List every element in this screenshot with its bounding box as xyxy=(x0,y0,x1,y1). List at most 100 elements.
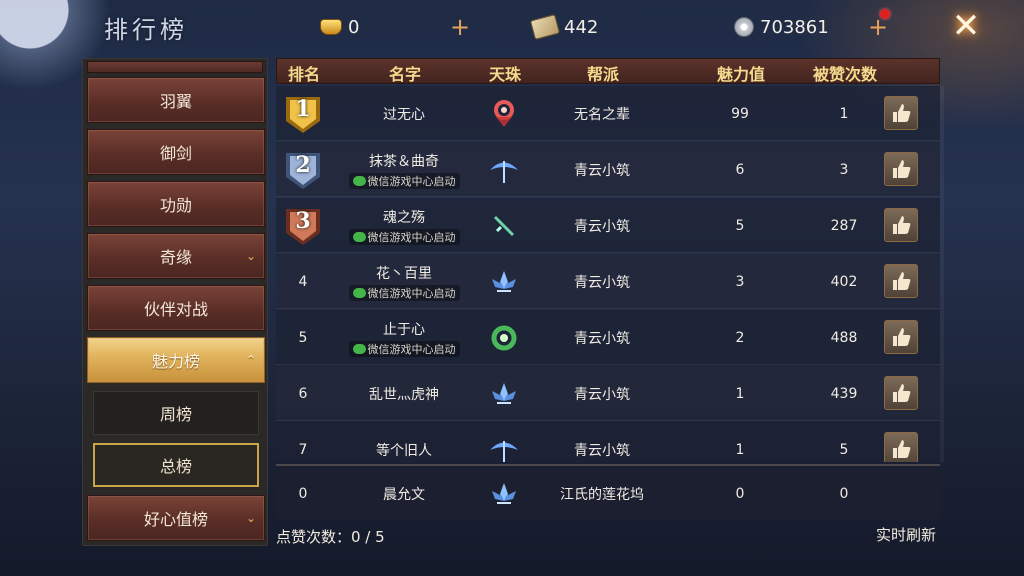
bronze-medal-icon: 3 xyxy=(276,198,330,253)
wechat-tag-label: 微信游戏中心启动 xyxy=(367,230,456,244)
like-button[interactable] xyxy=(884,96,918,130)
charm-value: 1 xyxy=(735,441,745,458)
category-sidebar: 羽翼 御剑 功勋 奇缘 ⌄ 伙伴对战 魅力榜 ⌃ 周榜 总榜 好心值榜 ⌄ xyxy=(82,58,268,546)
like-button[interactable] xyxy=(884,376,918,410)
like-button[interactable] xyxy=(884,432,918,462)
wechat-launch-tag: 微信游戏中心启动 xyxy=(348,172,460,189)
sidebar-item-partner-battle[interactable]: 伙伴对战 xyxy=(87,285,265,331)
likes-count: 5 xyxy=(839,441,849,458)
player-name-cell[interactable]: 花丶百里微信游戏中心启动 xyxy=(344,254,464,309)
subtab-weekly[interactable]: 周榜 xyxy=(93,391,259,435)
player-name-cell[interactable]: 过无心 xyxy=(344,86,464,141)
page-title: 排行榜 xyxy=(104,16,188,44)
self-rank: 0 xyxy=(298,485,308,502)
player-name-cell[interactable]: 止于心 微信游戏中心启动 xyxy=(344,310,464,365)
sidebar-item-flying-sword[interactable]: 御剑 xyxy=(87,129,265,175)
charm-value: 2 xyxy=(735,329,745,346)
table-scrollbar[interactable] xyxy=(940,86,944,462)
close-button[interactable]: ✕ xyxy=(948,8,984,44)
table-row[interactable]: 3 魂之殇 微信游戏中心启动 青云小筑 5 287 xyxy=(276,198,940,253)
rank-number: 6 xyxy=(298,385,308,402)
thumbs-up-icon xyxy=(889,213,913,237)
notification-dot xyxy=(880,9,890,19)
guild-name: 青云小筑 xyxy=(574,162,630,179)
subtab-label: 周榜 xyxy=(159,405,192,424)
player-name: 乱世灬虎神 xyxy=(369,386,439,403)
header-name: 名字 xyxy=(388,65,421,84)
rank-number: 3 xyxy=(295,208,311,234)
charm-value: 1 xyxy=(735,385,745,402)
sidebar-item-label: 功勋 xyxy=(159,196,192,215)
thumbs-up-icon xyxy=(889,325,913,349)
wechat-tag-label: 微信游戏中心启动 xyxy=(367,342,456,356)
self-likes: 0 xyxy=(839,485,849,502)
like-count-text: 点赞次数：0 / 5 xyxy=(276,528,385,546)
sidebar-item-wings[interactable]: 羽翼 xyxy=(87,77,265,123)
self-name: 晨允文 xyxy=(383,486,425,503)
gold-currency: 0 xyxy=(320,14,359,40)
blue-lotus-pearl-icon xyxy=(484,466,524,521)
sidebar-item-merit[interactable]: 功勋 xyxy=(87,181,265,227)
header-guild: 帮派 xyxy=(586,65,619,84)
like-button[interactable] xyxy=(884,208,918,242)
sidebar-item-label: 伙伴对战 xyxy=(143,300,208,319)
charm-value: 3 xyxy=(735,273,745,290)
sidebar-item-adventure[interactable]: 奇缘 ⌄ xyxy=(87,233,265,279)
wechat-launch-tag: 微信游戏中心启动 xyxy=(348,284,460,301)
realtime-refresh-button[interactable]: 实时刷新 xyxy=(876,524,936,545)
rank-number: 1 xyxy=(295,96,311,122)
wechat-launch-tag: 微信游戏中心启动 xyxy=(348,340,460,357)
player-name-cell[interactable]: 等个旧人 xyxy=(344,422,464,462)
player-name: 魂之殇 xyxy=(383,209,425,226)
table-row[interactable]: 2 抹茶＆曲奇 微信游戏中心启动 青云小筑 6 3 xyxy=(276,142,940,197)
sidebar-item-kindness-ranking[interactable]: 好心值榜 ⌄ xyxy=(87,495,265,541)
table-row[interactable]: 6 乱世灬虎神 青云小筑 1 439 xyxy=(276,366,940,421)
add-gold-button[interactable]: + xyxy=(448,14,472,40)
thumbs-up-icon xyxy=(889,269,913,293)
like-button[interactable] xyxy=(884,264,918,298)
sidebar-item-label: 奇缘 xyxy=(159,248,192,267)
likes-count: 1 xyxy=(839,105,849,122)
sidebar-item-charm-ranking[interactable]: 魅力榜 ⌃ xyxy=(87,337,265,383)
player-name-cell[interactable]: 乱世灬虎神 xyxy=(344,366,464,421)
blue-lotus-pearl-icon xyxy=(484,254,524,309)
sidebar-top-strip xyxy=(87,61,263,73)
header-pearl: 天珠 xyxy=(488,65,521,84)
wechat-icon xyxy=(352,287,366,298)
thumbs-up-icon xyxy=(889,157,913,181)
sidebar-item-label: 羽翼 xyxy=(159,92,192,111)
player-name: 过无心 xyxy=(383,106,425,123)
player-name: 花丶百里 xyxy=(376,265,432,282)
guild-name: 无名之辈 xyxy=(574,106,630,123)
green-wreath-pearl-icon xyxy=(484,310,524,365)
table-row[interactable]: 4 花丶百里 微信游戏中心启动 青云小筑 3 402 xyxy=(276,254,940,309)
guild-name: 青云小筑 xyxy=(574,274,630,291)
likes-count: 287 xyxy=(830,217,858,234)
like-button[interactable] xyxy=(884,152,918,186)
wechat-launch-tag: 微信游戏中心启动 xyxy=(348,228,460,245)
charm-value: 6 xyxy=(735,161,745,178)
wechat-icon xyxy=(352,175,366,186)
token-currency: 442 xyxy=(529,13,598,41)
gold-ingot-icon xyxy=(320,19,342,35)
gold-medal-icon: 1 xyxy=(276,86,330,141)
chevron-up-icon: ⌃ xyxy=(245,353,256,367)
wechat-icon xyxy=(352,231,366,242)
rank-number: 4 xyxy=(298,273,308,290)
table-row[interactable]: 5 止于心 微信游戏中心启动 青云小筑 2 488 xyxy=(276,310,940,365)
table-row[interactable]: 7 等个旧人 青云小筑 1 5 xyxy=(276,422,940,462)
player-name-cell[interactable]: 抹茶＆曲奇微信游戏中心启动 xyxy=(344,142,464,197)
thumbs-up-icon xyxy=(889,101,913,125)
player-name: 抹茶＆曲奇 xyxy=(369,153,439,170)
table-rows[interactable]: 1 过无心 无名之辈 99 1 2 抹茶＆曲奇 微信游戏中心启动 青云小筑 6 3 3 魂之殇 微信游戏中… xyxy=(276,86,940,462)
table-row[interactable]: 1 过无心 无名之辈 99 1 xyxy=(276,86,940,141)
subtab-overall[interactable]: 总榜 xyxy=(93,443,259,487)
player-name-cell[interactable]: 魂之殇微信游戏中心启动 xyxy=(344,198,464,253)
chevron-down-icon: ⌄ xyxy=(245,249,256,263)
header-likes: 被赞次数 xyxy=(812,65,877,84)
header-charm: 魅力值 xyxy=(716,65,765,84)
like-button[interactable] xyxy=(884,320,918,354)
wechat-tag-label: 微信游戏中心启动 xyxy=(367,174,456,188)
likes-count: 488 xyxy=(830,329,858,346)
likes-count: 439 xyxy=(830,385,858,402)
